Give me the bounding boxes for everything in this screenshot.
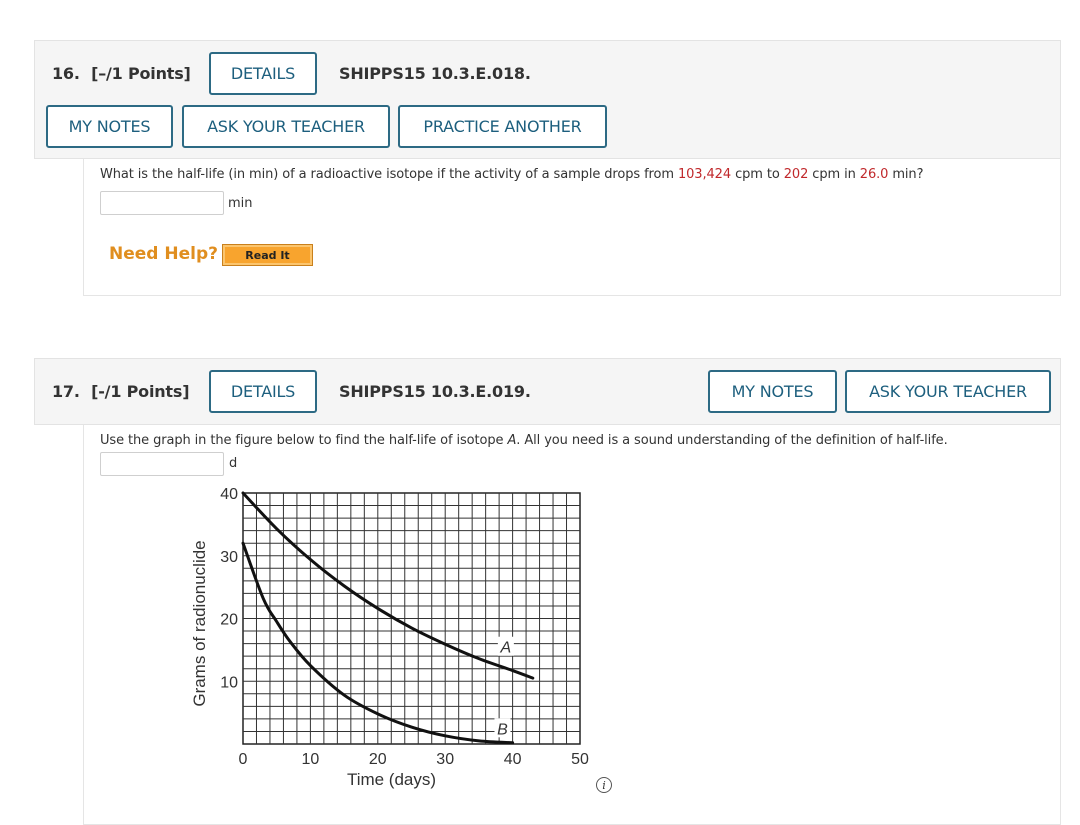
ask-your-teacher-button[interactable]: ASK YOUR TEACHER — [845, 370, 1051, 413]
question-text: min? — [888, 167, 924, 182]
details-button[interactable]: DETAILS — [209, 370, 317, 413]
x-tick-label: 40 — [504, 751, 522, 768]
y-tick-label: 20 — [220, 612, 238, 629]
series-label-a: A — [500, 640, 512, 657]
question-text: cpm to — [731, 167, 784, 182]
answer-input[interactable] — [100, 452, 224, 476]
details-button[interactable]: DETAILS — [209, 52, 317, 95]
question-number: 16. — [52, 64, 80, 83]
x-tick-label: 50 — [571, 751, 589, 768]
question-17-text: Use the graph in the figure below to fin… — [100, 433, 948, 448]
points-label: [–/1 Points] — [91, 64, 191, 83]
ask-your-teacher-button[interactable]: ASK YOUR TEACHER — [182, 105, 390, 148]
question-text: . All you need is a sound understanding … — [516, 433, 948, 448]
decay-chart: A B 0 10 20 30 40 50 10 20 30 40 Time (days) Grams of… — [180, 480, 620, 800]
question-text: What is the half-life (in min) of a radi… — [100, 167, 678, 182]
y-axis-label: Grams of radionuclide — [190, 540, 209, 706]
x-tick-label: 0 — [239, 751, 248, 768]
need-help-label: Need Help? — [109, 244, 218, 264]
highlighted-value: 26.0 — [859, 167, 889, 182]
question-text: cpm in — [808, 167, 860, 182]
unit-label: d — [229, 456, 238, 471]
question-16-text: What is the half-life (in min) of a radi… — [100, 167, 923, 182]
my-notes-button[interactable]: MY NOTES — [708, 370, 837, 413]
highlighted-value: 103,424 — [677, 167, 732, 182]
question-16-body: What is the half-life (in min) of a radi… — [83, 159, 1061, 296]
question-16-header: 16. [–/1 Points] DETAILS SHIPPS15 10.3.E… — [34, 40, 1061, 159]
isotope-label: A — [507, 433, 517, 448]
points-label: [-/1 Points] — [91, 382, 190, 401]
question-code: SHIPPS15 10.3.E.019. — [339, 382, 531, 401]
question-16-number: 16. [–/1 Points] — [52, 64, 191, 83]
question-17-number: 17. [-/1 Points] — [52, 382, 190, 401]
highlighted-value: 202 — [783, 167, 809, 182]
unit-label: min — [228, 196, 253, 211]
question-text: Use the graph in the figure below to fin… — [100, 433, 508, 448]
decay-chart-svg: A B 0 10 20 30 40 50 10 20 30 40 Time (days) Grams of… — [190, 486, 589, 789]
x-tick-label: 10 — [302, 751, 320, 768]
x-tick-label: 20 — [369, 751, 387, 768]
info-icon[interactable]: i — [596, 777, 612, 793]
my-notes-button[interactable]: MY NOTES — [46, 105, 173, 148]
y-tick-label: 10 — [220, 674, 238, 691]
question-17-header: 17. [-/1 Points] DETAILS SHIPPS15 10.3.E… — [34, 358, 1061, 425]
series-label-b: B — [497, 721, 508, 738]
y-tick-label: 40 — [220, 486, 238, 503]
x-tick-label: 30 — [436, 751, 454, 768]
y-tick-label: 30 — [220, 549, 238, 566]
x-axis-label: Time (days) — [347, 770, 436, 789]
read-it-button[interactable]: Read It — [222, 244, 313, 266]
answer-input[interactable] — [100, 191, 224, 215]
question-code: SHIPPS15 10.3.E.018. — [339, 64, 531, 83]
practice-another-button[interactable]: PRACTICE ANOTHER — [398, 105, 607, 148]
question-number: 17. — [52, 382, 80, 401]
